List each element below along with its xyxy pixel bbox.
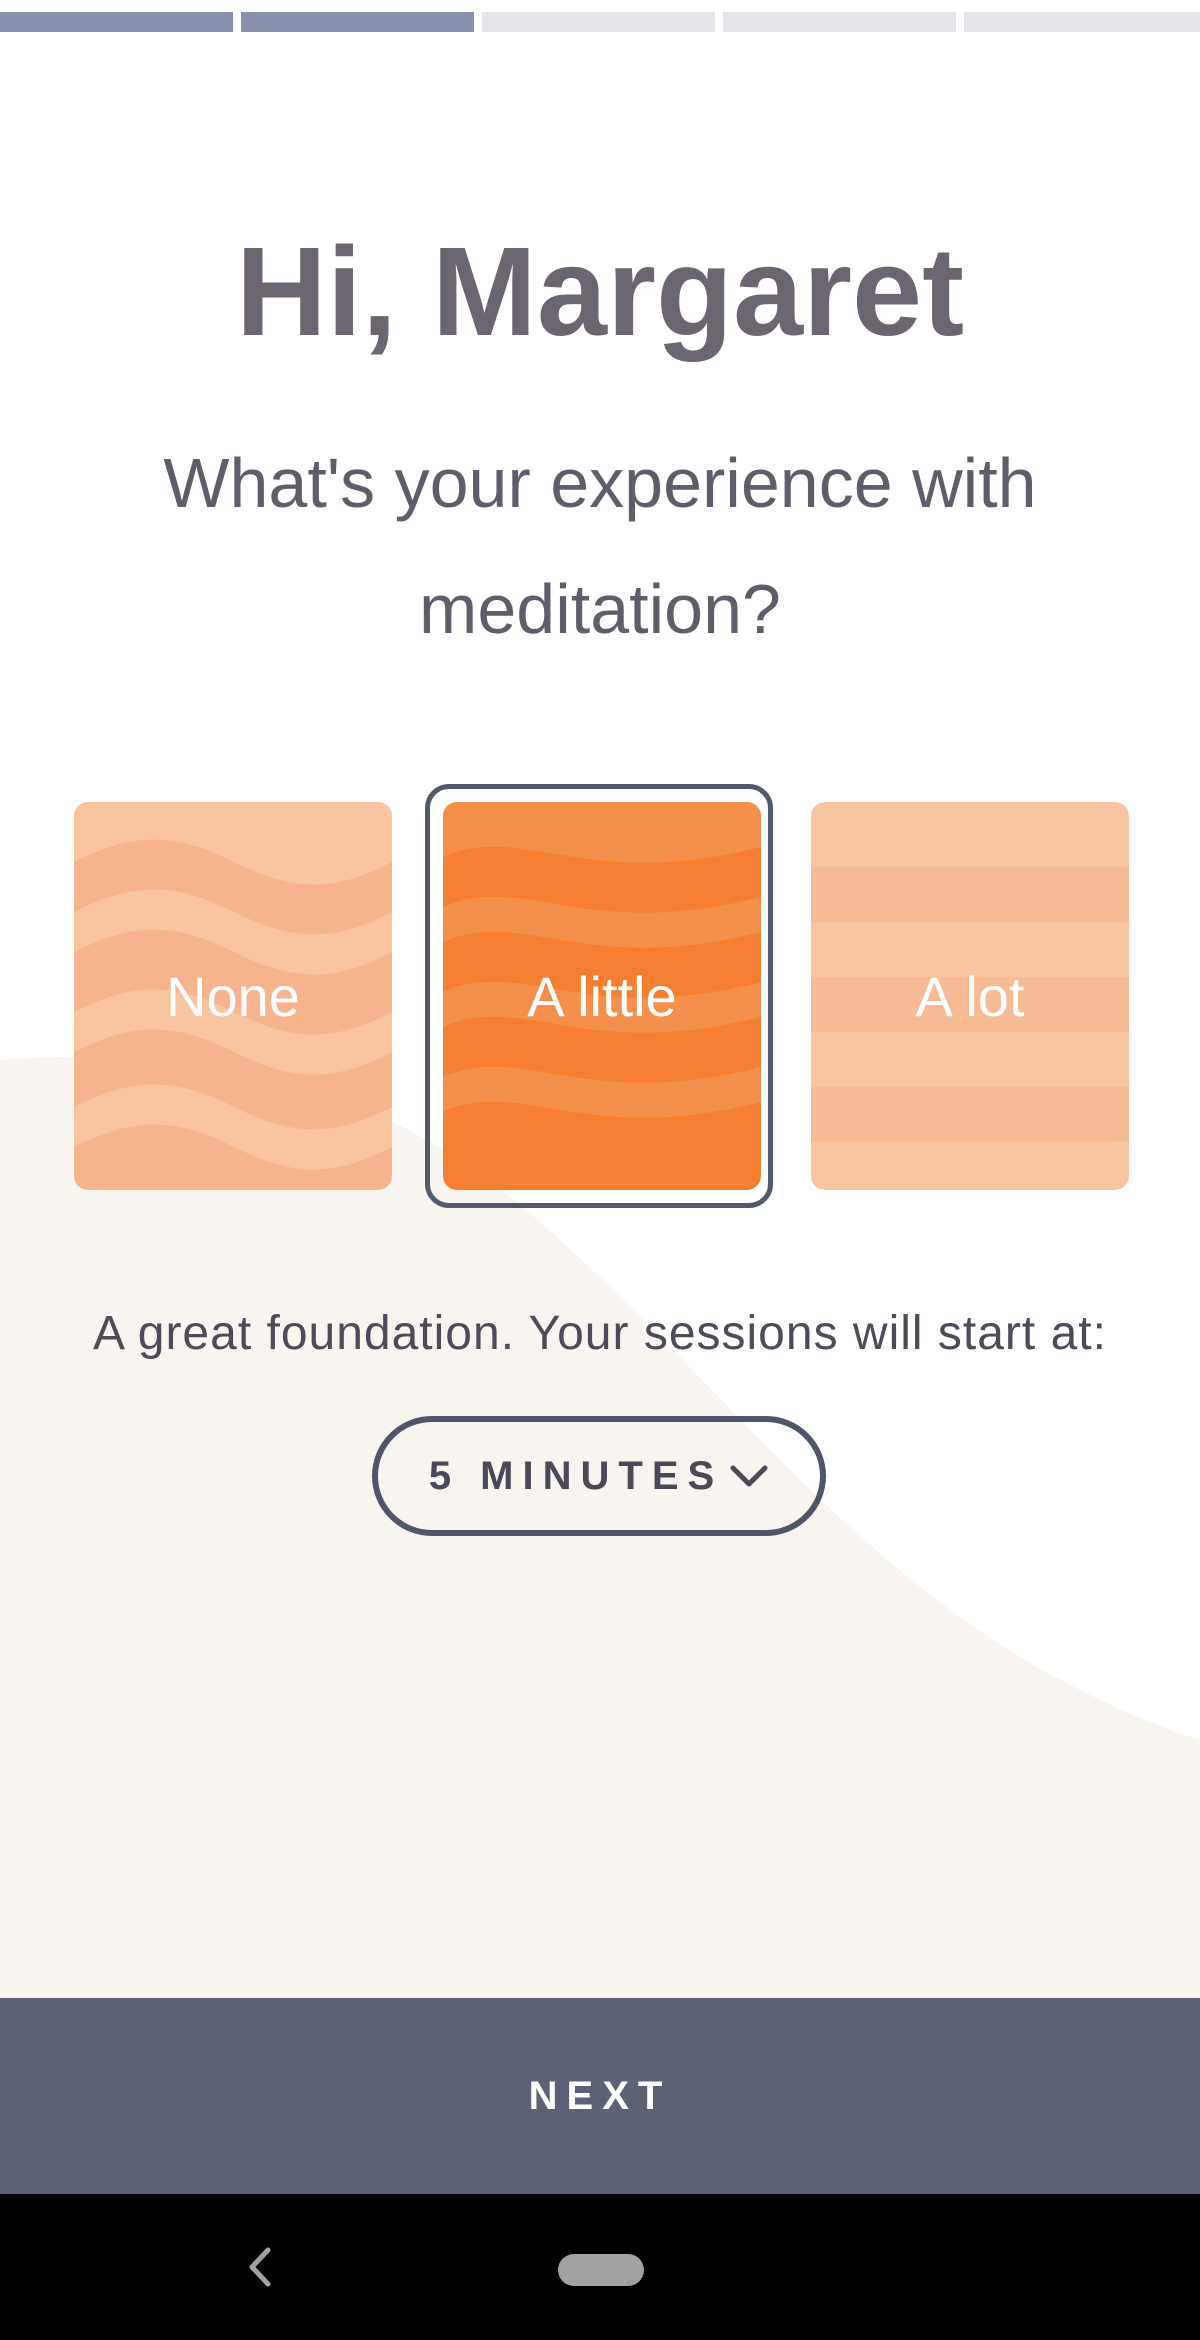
- duration-value: 5 MINUTES: [428, 1453, 724, 1498]
- option-a-little-label: A little: [527, 964, 677, 1028]
- back-chevron-icon[interactable]: [240, 2242, 280, 2292]
- home-pill-icon[interactable]: [558, 2254, 644, 2286]
- chevron-down-icon: [730, 1465, 768, 1487]
- progress-step-1: [0, 12, 233, 32]
- option-a-lot-card[interactable]: A lot: [811, 802, 1129, 1190]
- progress-step-4: [723, 12, 956, 32]
- system-navigation-bar: [0, 2194, 1200, 2340]
- progress-step-2: [241, 12, 474, 32]
- option-none-label: None: [166, 964, 300, 1028]
- onboarding-progress-bar: [0, 12, 1200, 32]
- session-length-message: A great foundation. Your sessions will s…: [93, 1307, 1107, 1360]
- option-a-little-card[interactable]: A little: [443, 802, 761, 1190]
- experience-question: What's your experience with meditation?: [163, 444, 1037, 648]
- next-button-label: NEXT: [528, 2073, 672, 2118]
- greeting-title: Hi, Margaret: [235, 221, 965, 362]
- option-a-lot-label: A lot: [915, 964, 1025, 1028]
- next-button[interactable]: NEXT: [0, 1998, 1200, 2194]
- progress-step-5: [964, 12, 1200, 32]
- progress-step-3: [482, 12, 715, 32]
- session-duration-dropdown[interactable]: 5 MINUTES: [372, 1416, 826, 1536]
- option-none-card[interactable]: None: [74, 802, 392, 1190]
